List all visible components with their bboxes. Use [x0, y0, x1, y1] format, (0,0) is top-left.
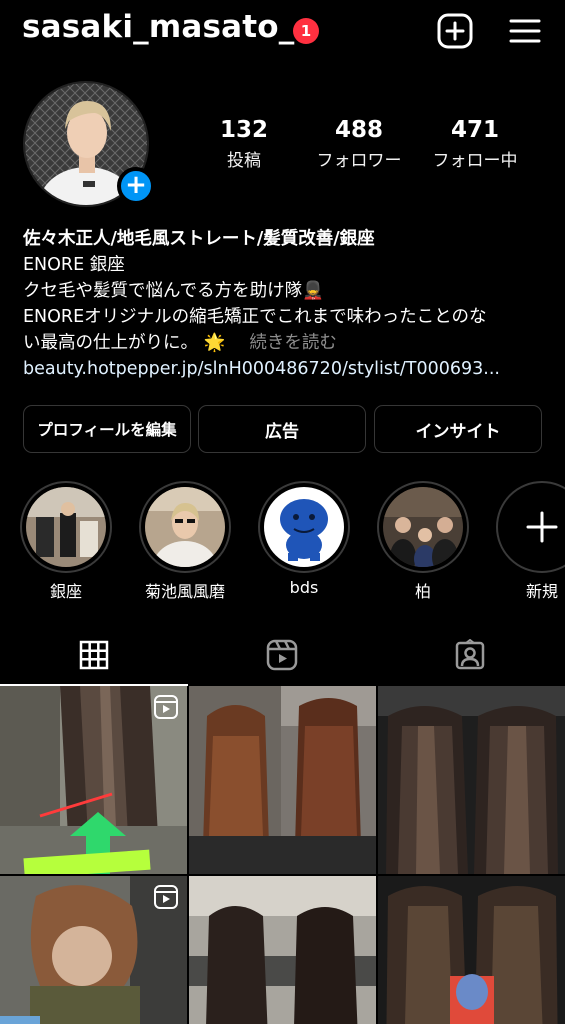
plus-square-icon — [437, 13, 473, 49]
grid-icon — [79, 640, 109, 670]
following-label: フォロー中 — [432, 151, 518, 171]
guard-emoji: 💂 — [302, 281, 324, 301]
highlight-label: 菊池風風磨 — [144, 582, 225, 601]
posts-label: 投稿 — [227, 151, 261, 171]
reels-icon — [266, 639, 298, 671]
bio-line-2: クセ毛や髪質で悩んでる方を助け隊💂 — [23, 281, 324, 301]
bio-line-1: ENORE 銀座 — [23, 255, 125, 275]
add-story-button[interactable]: + — [117, 167, 155, 205]
posts-stat[interactable]: 132 投稿 — [184, 117, 304, 171]
highlight-new[interactable]: 新規 — [496, 481, 565, 602]
highlight-cover-bds — [264, 487, 344, 567]
highlight-ginza[interactable]: 銀座 — [20, 481, 112, 602]
hamburger-menu-icon — [509, 19, 541, 43]
post-thumbnail[interactable] — [378, 876, 565, 1024]
profile-tabs — [0, 624, 565, 686]
post-thumbnail[interactable] — [0, 876, 187, 1024]
followers-label: フォロワー — [316, 151, 402, 171]
highlight-cover-ginza — [26, 487, 106, 567]
tab-reels[interactable] — [188, 624, 376, 686]
highlight-ring — [20, 481, 112, 573]
highlight-ring — [139, 481, 231, 573]
notification-badge[interactable]: 1 — [293, 18, 319, 44]
post-thumbnail[interactable] — [189, 686, 376, 874]
highlight-cover-kikuchi — [145, 487, 225, 567]
menu-button[interactable] — [508, 14, 542, 48]
post-thumbnail[interactable] — [0, 686, 187, 874]
highlight-ring — [258, 481, 350, 573]
create-post-button[interactable] — [437, 13, 473, 49]
reel-badge-icon — [154, 695, 178, 719]
star-emoji: 🌟 — [203, 333, 226, 353]
read-more-link[interactable]: 続きを読む — [249, 333, 337, 353]
following-count: 471 — [450, 117, 499, 143]
profile-header: sasaki_masato_ 1 — [0, 0, 565, 64]
edit-profile-button[interactable]: プロフィールを編集 — [23, 405, 191, 453]
post-thumbnail[interactable] — [378, 686, 565, 874]
highlight-ring — [377, 481, 469, 573]
highlight-label: 新規 — [526, 582, 559, 601]
tab-grid[interactable] — [0, 624, 188, 686]
highlight-label: bds — [289, 578, 319, 597]
ads-button[interactable]: 広告 — [198, 405, 366, 453]
profile-bio: 佐々木正人/地毛風ストレート/髪質改善/銀座 ENORE 銀座 クセ毛や髪質で悩… — [23, 226, 553, 382]
bio-line-4: い最高の仕上がりに。 🌟 続きを読む — [23, 333, 337, 353]
tab-tagged[interactable] — [376, 624, 564, 686]
highlight-cover-kashiwa — [383, 487, 463, 567]
followers-stat[interactable]: 488 フォロワー — [299, 117, 419, 171]
profile-avatar[interactable]: + — [23, 81, 155, 207]
display-name: 佐々木正人/地毛風ストレート/髪質改善/銀座 — [23, 229, 375, 249]
bio-line-3: ENOREオリジナルの縮毛矯正でこれまで味わったことのな — [23, 307, 487, 327]
plus-icon — [526, 511, 558, 543]
insights-button[interactable]: インサイト — [374, 405, 542, 453]
highlight-kashiwa[interactable]: 柏 — [377, 481, 469, 602]
new-highlight-ring — [496, 481, 565, 573]
reel-badge-icon — [154, 885, 178, 909]
bio-link[interactable]: beauty.hotpepper.jp/slnH000486720/stylis… — [23, 356, 553, 382]
username-title[interactable]: sasaki_masato_ — [22, 9, 295, 45]
following-stat[interactable]: 471 フォロー中 — [415, 117, 535, 171]
highlight-label: 銀座 — [49, 582, 82, 601]
highlight-kikuchi[interactable]: 菊池風風磨 — [139, 481, 231, 602]
tagged-person-icon — [455, 639, 485, 670]
posts-count: 132 — [219, 117, 268, 143]
plus-icon: + — [125, 170, 147, 200]
post-thumbnail[interactable] — [189, 876, 376, 1024]
highlight-label: 柏 — [414, 582, 431, 601]
followers-count: 488 — [334, 117, 383, 143]
highlight-bds[interactable]: bds — [258, 481, 350, 597]
